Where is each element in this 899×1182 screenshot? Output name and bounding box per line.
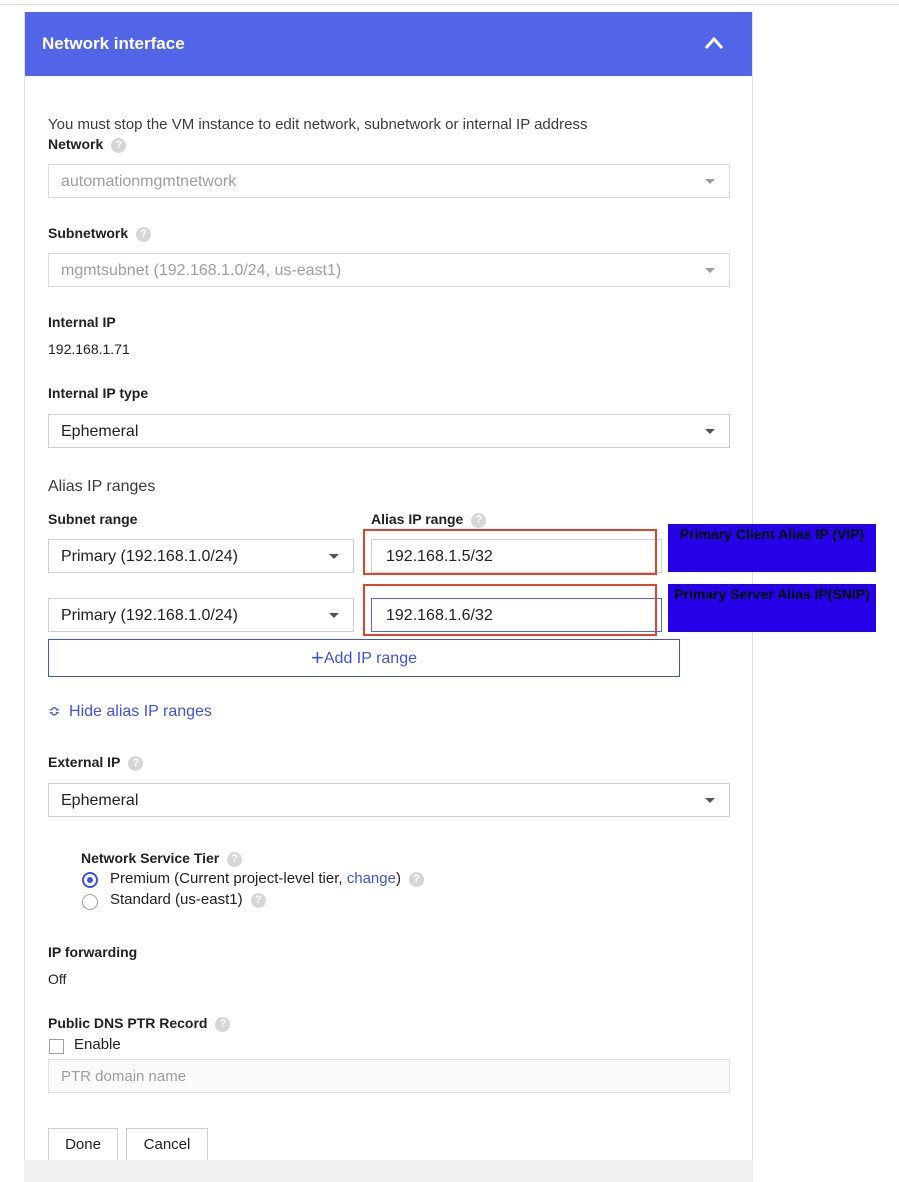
dropdown-caret-icon — [705, 179, 715, 184]
alias-ip-range-header: Alias IP range — [371, 511, 464, 527]
subnetwork-label-row: Subnetwork? — [48, 225, 152, 242]
premium-tier-label: Premium (Current project-level tier, — [110, 870, 343, 887]
chevron-double-up-icon: ≎ — [48, 703, 61, 720]
hide-alias-ip-ranges-link[interactable]: ≎ Hide alias IP ranges — [48, 702, 212, 721]
help-icon[interactable]: ? — [215, 1017, 231, 1032]
subnet-range-select[interactable]: Primary (192.168.1.0/24) — [48, 539, 354, 573]
help-icon[interactable]: ? — [136, 227, 152, 242]
standard-tier-option[interactable]: Standard (us-east1)? — [110, 891, 266, 908]
dropdown-caret-icon — [329, 554, 339, 559]
dropdown-caret-icon — [705, 429, 715, 434]
internal-ip-label: Internal IP — [48, 314, 116, 330]
internal-ip-type-value: Ephemeral — [61, 423, 139, 440]
dropdown-caret-icon — [705, 268, 715, 273]
subnet-range-value: Primary (192.168.1.0/24) — [61, 607, 238, 624]
ptr-domain-input: PTR domain name — [48, 1059, 730, 1093]
alias-ip-range-header-row: Alias IP range? — [371, 511, 487, 528]
cancel-button[interactable]: Cancel — [126, 1128, 208, 1162]
network-interface-panel: Network interface You must stop the VM i… — [24, 12, 753, 1182]
plus-icon: + — [311, 645, 324, 670]
network-service-tier-label-row: Network Service Tier? — [81, 850, 243, 867]
help-icon[interactable]: ? — [128, 756, 144, 771]
external-ip-select[interactable]: Ephemeral — [48, 783, 730, 817]
subnetwork-select-value: mgmtsubnet (192.168.1.0/24, us-east1) — [61, 262, 342, 279]
premium-tier-label-close: ) — [395, 870, 401, 887]
ip-forwarding-label: IP forwarding — [48, 944, 138, 960]
help-icon[interactable]: ? — [408, 872, 424, 887]
help-icon[interactable]: ? — [250, 893, 266, 908]
subnet-range-select[interactable]: Primary (192.168.1.0/24) — [48, 598, 354, 632]
network-label-row: Network? — [48, 136, 127, 153]
footer-strip — [24, 1160, 753, 1182]
alias-ip-ranges-heading: Alias IP ranges — [48, 478, 156, 495]
external-ip-label: External IP — [48, 754, 121, 770]
change-tier-link[interactable]: change — [347, 870, 396, 887]
subnet-range-value: Primary (192.168.1.0/24) — [61, 548, 238, 565]
edit-restriction-notice: You must stop the VM instance to edit ne… — [48, 116, 588, 133]
standard-tier-radio[interactable] — [82, 894, 98, 910]
ptr-enable-checkbox[interactable] — [49, 1039, 64, 1054]
help-icon[interactable]: ? — [227, 852, 243, 867]
highlight-box — [363, 529, 657, 575]
add-ip-range-label: Add IP range — [323, 650, 417, 667]
network-select-value: automationmgmtnetwork — [61, 173, 237, 190]
internal-ip-value: 192.168.1.71 — [48, 341, 130, 357]
chevron-up-icon[interactable] — [704, 36, 724, 50]
callout-primary-server-alias: Primary Server Alias IP(SNIP) — [668, 584, 876, 632]
network-select: automationmgmtnetwork — [48, 164, 730, 198]
help-icon[interactable]: ? — [471, 513, 487, 528]
add-ip-range-button[interactable]: +Add IP range — [48, 639, 680, 677]
subnetwork-label: Subnetwork — [48, 225, 129, 241]
internal-ip-type-label: Internal IP type — [48, 385, 149, 401]
public-dns-ptr-label: Public DNS PTR Record — [48, 1015, 208, 1031]
dropdown-caret-icon — [705, 798, 715, 803]
standard-tier-label: Standard (us-east1) — [110, 891, 243, 908]
external-ip-label-row: External IP? — [48, 754, 144, 771]
help-icon[interactable]: ? — [111, 138, 127, 153]
premium-tier-radio[interactable] — [82, 872, 98, 888]
top-divider — [0, 4, 899, 5]
hide-alias-ip-ranges-label: Hide alias IP ranges — [69, 703, 212, 720]
public-dns-ptr-label-row: Public DNS PTR Record? — [48, 1015, 231, 1032]
ptr-domain-placeholder: PTR domain name — [61, 1068, 187, 1085]
highlight-box — [363, 584, 657, 636]
done-button[interactable]: Done — [48, 1128, 118, 1162]
ip-forwarding-value: Off — [48, 971, 67, 987]
network-label: Network — [48, 136, 104, 152]
ptr-enable-label[interactable]: Enable — [74, 1036, 121, 1053]
internal-ip-type-select[interactable]: Ephemeral — [48, 414, 730, 448]
dropdown-caret-icon — [329, 613, 339, 618]
external-ip-value: Ephemeral — [61, 792, 139, 809]
callout-primary-client-alias: Primary Client Alias IP (VIP) — [668, 524, 876, 572]
panel-title: Network interface — [42, 34, 185, 53]
subnet-range-header: Subnet range — [48, 511, 138, 527]
network-service-tier-label: Network Service Tier — [81, 850, 220, 866]
subnetwork-select: mgmtsubnet (192.168.1.0/24, us-east1) — [48, 253, 730, 287]
premium-tier-option[interactable]: Premium (Current project-level tier, cha… — [110, 870, 424, 887]
panel-header[interactable]: Network interface — [25, 12, 752, 76]
